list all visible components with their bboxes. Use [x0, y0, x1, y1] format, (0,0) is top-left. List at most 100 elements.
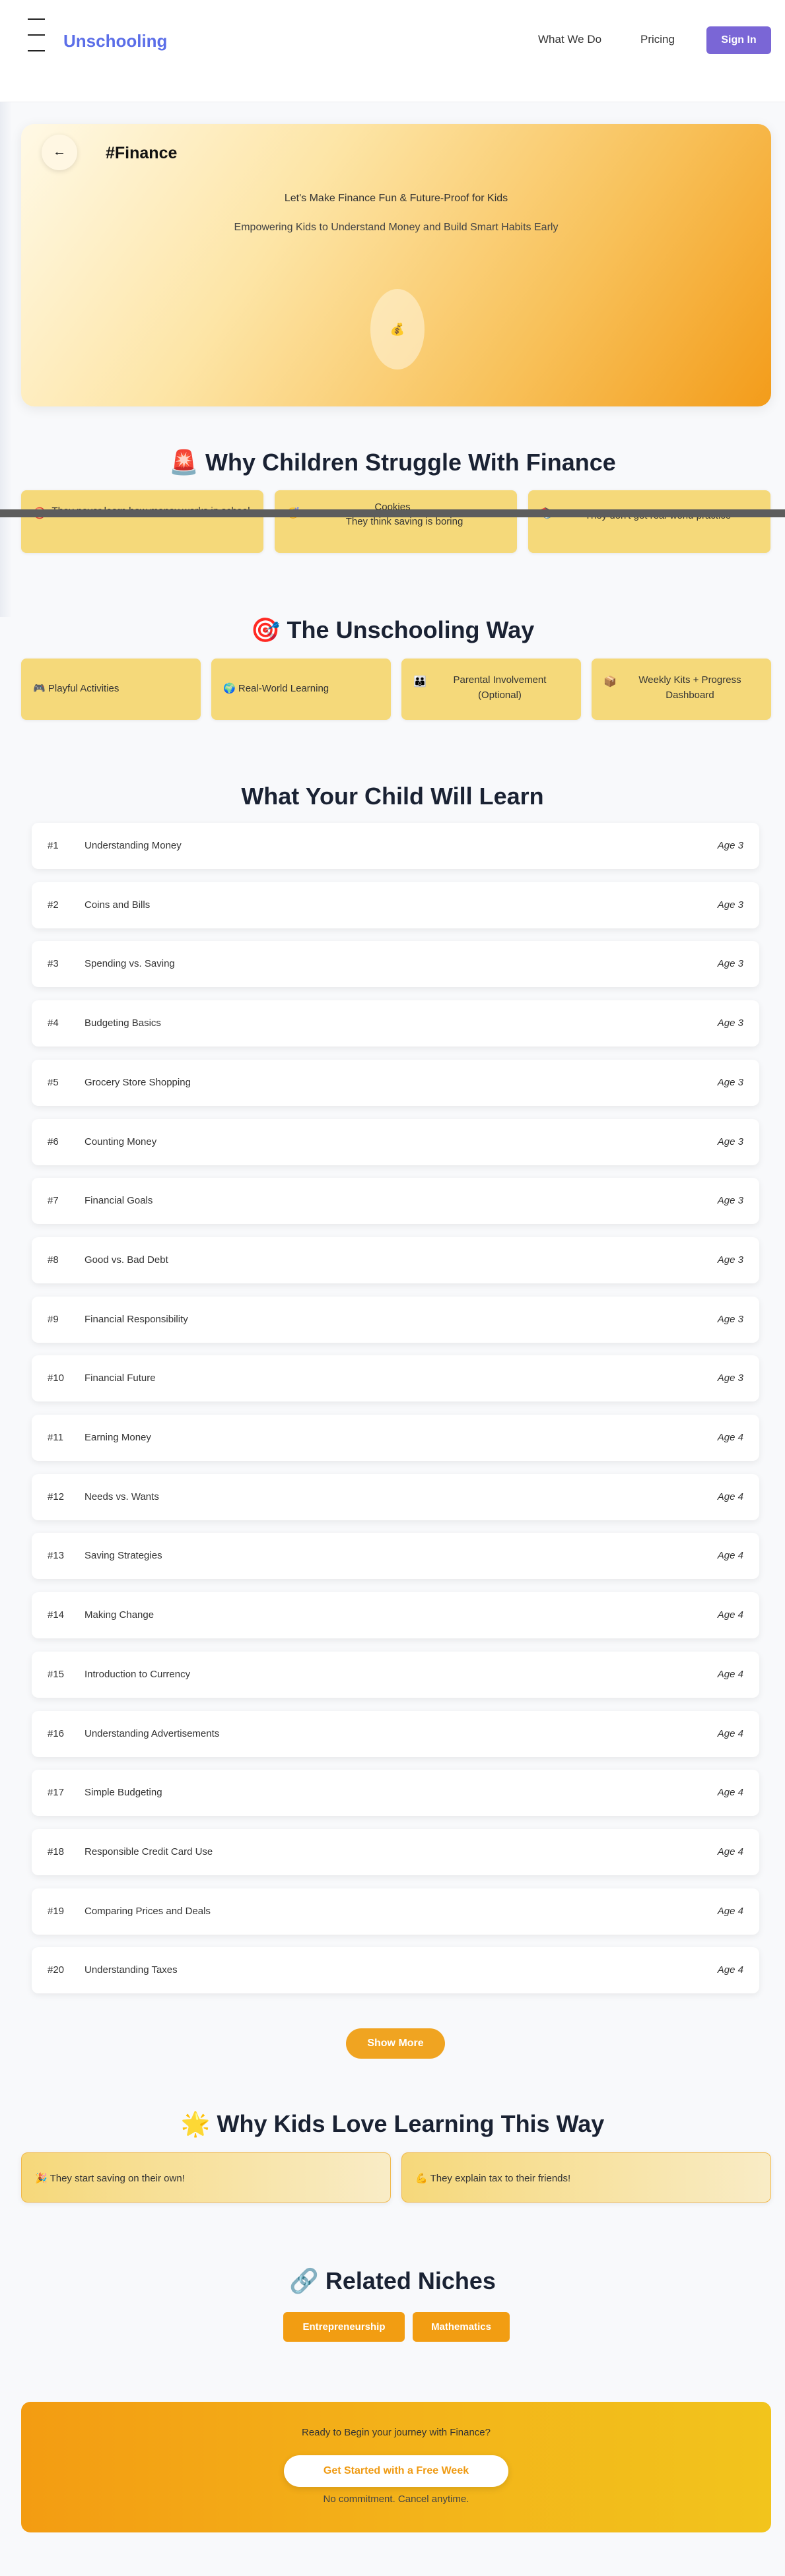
lesson-row[interactable]: #15 Introduction to Currency Age 4 [32, 1651, 759, 1698]
hero-banner: ← #Finance Let's Make Finance Fun & Futu… [21, 124, 771, 406]
lesson-age: Age 4 [717, 1964, 743, 1976]
lesson-row[interactable]: #19 Comparing Prices and Deals Age 4 [32, 1888, 759, 1935]
cta-banner: Ready to Begin your journey with Finance… [21, 2402, 771, 2532]
lesson-row[interactable]: #7 Financial Goals Age 3 [32, 1178, 759, 1225]
lesson-row[interactable]: #4 Budgeting Basics Age 3 [32, 1000, 759, 1047]
lesson-number: #5 [48, 1076, 59, 1088]
package-icon: 📦 [603, 676, 617, 688]
related-title: 🔗 Related Niches [289, 2267, 496, 2294]
lesson-number: #1 [48, 840, 59, 851]
way-card: 👪 Parental Involvement (Optional) [401, 659, 581, 720]
way-card-label: Real-World Learning [238, 683, 329, 694]
page-title: #Finance [106, 144, 178, 162]
money-bag-icon: 💰 [370, 289, 425, 370]
logo[interactable]: Unschooling [63, 31, 167, 51]
lesson-number: #7 [48, 1195, 59, 1207]
side-shadow [0, 102, 12, 617]
love-card: 🎉 They start saving on their own! [21, 2152, 391, 2203]
lesson-age: Age 3 [717, 958, 743, 970]
lesson-row[interactable]: #16 Understanding Advertisements Age 4 [32, 1710, 759, 1757]
lesson-row[interactable]: #13 Saving Strategies Age 4 [32, 1533, 759, 1580]
lesson-name: Financial Responsibility [85, 1313, 188, 1325]
lesson-row[interactable]: #18 Responsible Credit Card Use Age 4 [32, 1828, 759, 1875]
lesson-name: Needs vs. Wants [85, 1491, 159, 1502]
lesson-number: #8 [48, 1254, 59, 1266]
family-icon: 👪 [413, 676, 427, 688]
niche-mathematics-button[interactable]: Mathematics [413, 2312, 510, 2342]
struggle-card: 📚 They don't get real-world practice [528, 490, 770, 553]
lesson-name: Simple Budgeting [85, 1787, 162, 1799]
game-controller-icon: 🎮 [33, 683, 46, 694]
lesson-number: #2 [48, 899, 59, 911]
lesson-age: Age 3 [717, 899, 743, 911]
lesson-age: Age 3 [717, 1195, 743, 1207]
struggle-card: 🚫 They never learn how money works in sc… [21, 490, 263, 553]
way-title: 🎯 The Unschooling Way [250, 616, 535, 643]
lesson-number: #17 [48, 1787, 65, 1799]
way-card-label: Weekly Kits + Progress Dashboard [638, 674, 741, 701]
top-navbar: Unschooling What We Do Pricing Sign In [0, 0, 785, 102]
lesson-name: Financial Future [85, 1372, 156, 1384]
lesson-name: Good vs. Bad Debt [85, 1254, 168, 1266]
lesson-age: Age 3 [717, 1017, 743, 1029]
lesson-name: Comparing Prices and Deals [85, 1905, 211, 1917]
lesson-age: Age 4 [717, 1550, 743, 1562]
lesson-row[interactable]: #11 Earning Money Age 4 [32, 1415, 759, 1461]
lesson-name: Making Change [85, 1609, 154, 1621]
lesson-row[interactable]: #8 Good vs. Bad Debt Age 3 [32, 1237, 759, 1283]
lesson-number: #19 [48, 1905, 65, 1917]
lesson-age: Age 4 [717, 1609, 743, 1621]
love-card-text: 💪 They explain tax to their friends! [415, 2173, 571, 2184]
lesson-number: #4 [48, 1017, 59, 1029]
lesson-name: Counting Money [85, 1136, 157, 1147]
niche-entrepreneurship-button[interactable]: Entrepreneurship [283, 2312, 405, 2342]
cookie-banner-label[interactable]: Cookies [0, 501, 785, 513]
lesson-number: #10 [48, 1372, 65, 1384]
lesson-name: Spending vs. Saving [85, 958, 175, 970]
show-more-button[interactable]: Show More [346, 2028, 445, 2059]
love-card: 💪 They explain tax to their friends! [401, 2152, 771, 2203]
lesson-number: #18 [48, 1846, 65, 1857]
lesson-row[interactable]: #12 Needs vs. Wants Age 4 [32, 1473, 759, 1520]
lesson-age: Age 3 [717, 1254, 743, 1266]
lesson-row[interactable]: #20 Understanding Taxes Age 4 [32, 1947, 759, 1994]
lesson-row[interactable]: #17 Simple Budgeting Age 4 [32, 1770, 759, 1817]
lesson-row[interactable]: #3 Spending vs. Saving Age 3 [32, 941, 759, 988]
lesson-number: #12 [48, 1491, 65, 1502]
lesson-number: #3 [48, 958, 59, 970]
lesson-number: #15 [48, 1668, 65, 1680]
lesson-age: Age 4 [717, 1668, 743, 1680]
lesson-row[interactable]: #6 Counting Money Age 3 [32, 1118, 759, 1165]
lesson-age: Age 3 [717, 1372, 743, 1384]
lesson-row[interactable]: #5 Grocery Store Shopping Age 3 [32, 1059, 759, 1106]
nav-what-we-do[interactable]: What We Do [538, 33, 601, 46]
lesson-age: Age 3 [717, 840, 743, 851]
lesson-name: Saving Strategies [85, 1550, 162, 1562]
cta-note: No commitment. Cancel anytime. [323, 2494, 469, 2505]
sign-in-button[interactable]: Sign In [706, 26, 771, 54]
lesson-number: #9 [48, 1313, 59, 1325]
lesson-age: Age 3 [717, 1076, 743, 1088]
lesson-age: Age 4 [717, 1432, 743, 1443]
way-card-label: Playful Activities [48, 683, 119, 694]
lesson-number: #14 [48, 1609, 65, 1621]
nav-pricing[interactable]: Pricing [640, 33, 675, 46]
lesson-row[interactable]: #10 Financial Future Age 3 [32, 1355, 759, 1402]
lesson-number: #13 [48, 1550, 65, 1562]
lesson-number: #16 [48, 1727, 65, 1739]
lesson-name: Grocery Store Shopping [85, 1076, 191, 1088]
struggle-title: 🚨 Why Children Struggle With Finance [169, 449, 616, 476]
lesson-number: #20 [48, 1964, 65, 1976]
lesson-name: Financial Goals [85, 1195, 153, 1207]
get-started-button[interactable]: Get Started with a Free Week [284, 2455, 508, 2487]
learn-title: What Your Child Will Learn [241, 783, 544, 810]
lesson-row[interactable]: #1 Understanding Money Age 3 [32, 823, 759, 869]
lesson-row[interactable]: #9 Financial Responsibility Age 3 [32, 1296, 759, 1343]
lesson-age: Age 4 [717, 1787, 743, 1799]
back-button[interactable]: ← [42, 135, 77, 170]
lesson-row[interactable]: #2 Coins and Bills Age 3 [32, 882, 759, 928]
lesson-row[interactable]: #14 Making Change Age 4 [32, 1592, 759, 1639]
menu-icon[interactable] [28, 17, 45, 53]
cta-question: Ready to Begin your journey with Finance… [302, 2427, 491, 2438]
way-card: 🌍 Real-World Learning [211, 659, 391, 720]
